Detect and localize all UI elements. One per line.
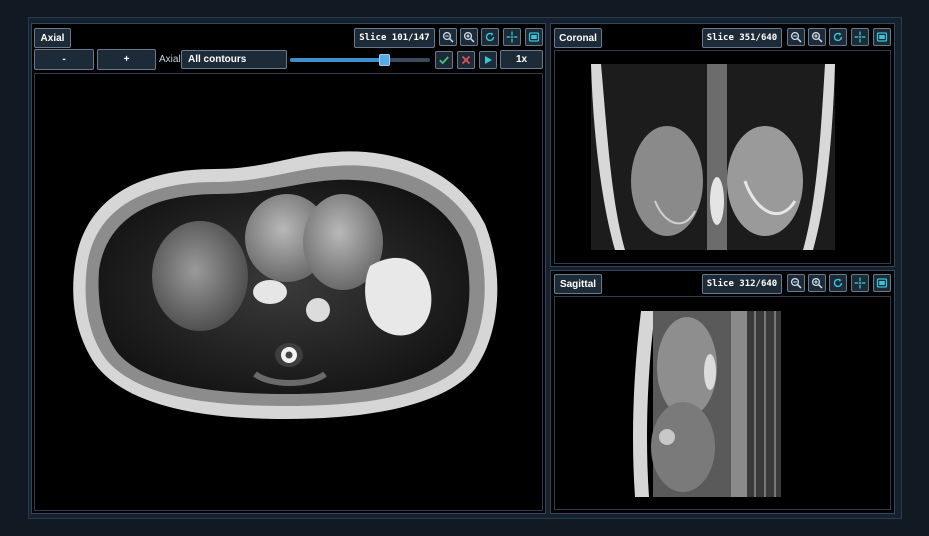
axial-image-view[interactable] bbox=[34, 73, 543, 511]
axial-zoom-out-button[interactable] bbox=[439, 28, 457, 46]
play-icon bbox=[485, 56, 492, 64]
axial-title-button[interactable]: Axial bbox=[34, 28, 71, 48]
sagittal-zoom-in-button[interactable] bbox=[808, 274, 826, 292]
playback-speed-button[interactable]: 1x bbox=[500, 50, 543, 69]
axial-plus-button[interactable]: + bbox=[97, 49, 156, 70]
zoom-in-icon bbox=[811, 31, 823, 43]
sagittal-image-view[interactable] bbox=[554, 296, 891, 510]
sagittal-reset-button[interactable] bbox=[829, 274, 847, 292]
axial-plane-label: Axial bbox=[159, 54, 181, 65]
zoom-out-icon bbox=[442, 31, 454, 43]
sagittal-slice-indicator: Slice 312/640 bbox=[702, 274, 782, 294]
screenshot-icon bbox=[876, 32, 888, 42]
play-button[interactable] bbox=[479, 51, 497, 69]
coronal-crosshair-button[interactable] bbox=[851, 28, 869, 46]
axial-slider-thumb[interactable] bbox=[379, 54, 390, 66]
close-icon bbox=[461, 55, 471, 65]
sagittal-mri-image bbox=[633, 311, 781, 497]
coronal-reset-button[interactable] bbox=[829, 28, 847, 46]
coronal-mri-image bbox=[591, 64, 835, 250]
coronal-title-button[interactable]: Coronal bbox=[554, 28, 602, 48]
zoom-in-icon bbox=[463, 31, 475, 43]
reset-icon bbox=[833, 278, 843, 288]
sagittal-screenshot-button[interactable] bbox=[873, 274, 891, 292]
crosshair-icon bbox=[506, 31, 518, 43]
axial-slice-indicator: Slice 101/147 bbox=[354, 28, 435, 48]
axial-mri-image bbox=[73, 151, 498, 419]
coronal-screenshot-button[interactable] bbox=[873, 28, 891, 46]
axial-slider-fill bbox=[290, 58, 385, 62]
sagittal-zoom-out-button[interactable] bbox=[787, 274, 805, 292]
coronal-image-view[interactable] bbox=[554, 50, 891, 264]
sagittal-crosshair-button[interactable] bbox=[851, 274, 869, 292]
zoom-out-icon bbox=[790, 31, 802, 43]
confirm-button[interactable] bbox=[435, 51, 453, 69]
axial-slice-slider[interactable] bbox=[290, 58, 430, 62]
coronal-zoom-in-button[interactable] bbox=[808, 28, 826, 46]
reset-icon bbox=[485, 32, 495, 42]
axial-reset-button[interactable] bbox=[481, 28, 499, 46]
axial-crosshair-button[interactable] bbox=[503, 28, 521, 46]
coronal-zoom-out-button[interactable] bbox=[787, 28, 805, 46]
zoom-out-icon bbox=[790, 277, 802, 289]
screenshot-icon bbox=[528, 32, 540, 42]
crosshair-icon bbox=[854, 31, 866, 43]
axial-minus-button[interactable]: - bbox=[34, 49, 94, 70]
crosshair-icon bbox=[854, 277, 866, 289]
sagittal-title-button[interactable]: Sagittal bbox=[554, 274, 602, 294]
reset-icon bbox=[833, 32, 843, 42]
screenshot-icon bbox=[876, 278, 888, 288]
zoom-in-icon bbox=[811, 277, 823, 289]
check-icon bbox=[439, 56, 449, 65]
contour-select[interactable]: All contours bbox=[181, 50, 287, 69]
cancel-button[interactable] bbox=[457, 51, 475, 69]
coronal-slice-indicator: Slice 351/640 bbox=[702, 28, 782, 48]
axial-zoom-in-button[interactable] bbox=[460, 28, 478, 46]
axial-screenshot-button[interactable] bbox=[525, 28, 543, 46]
